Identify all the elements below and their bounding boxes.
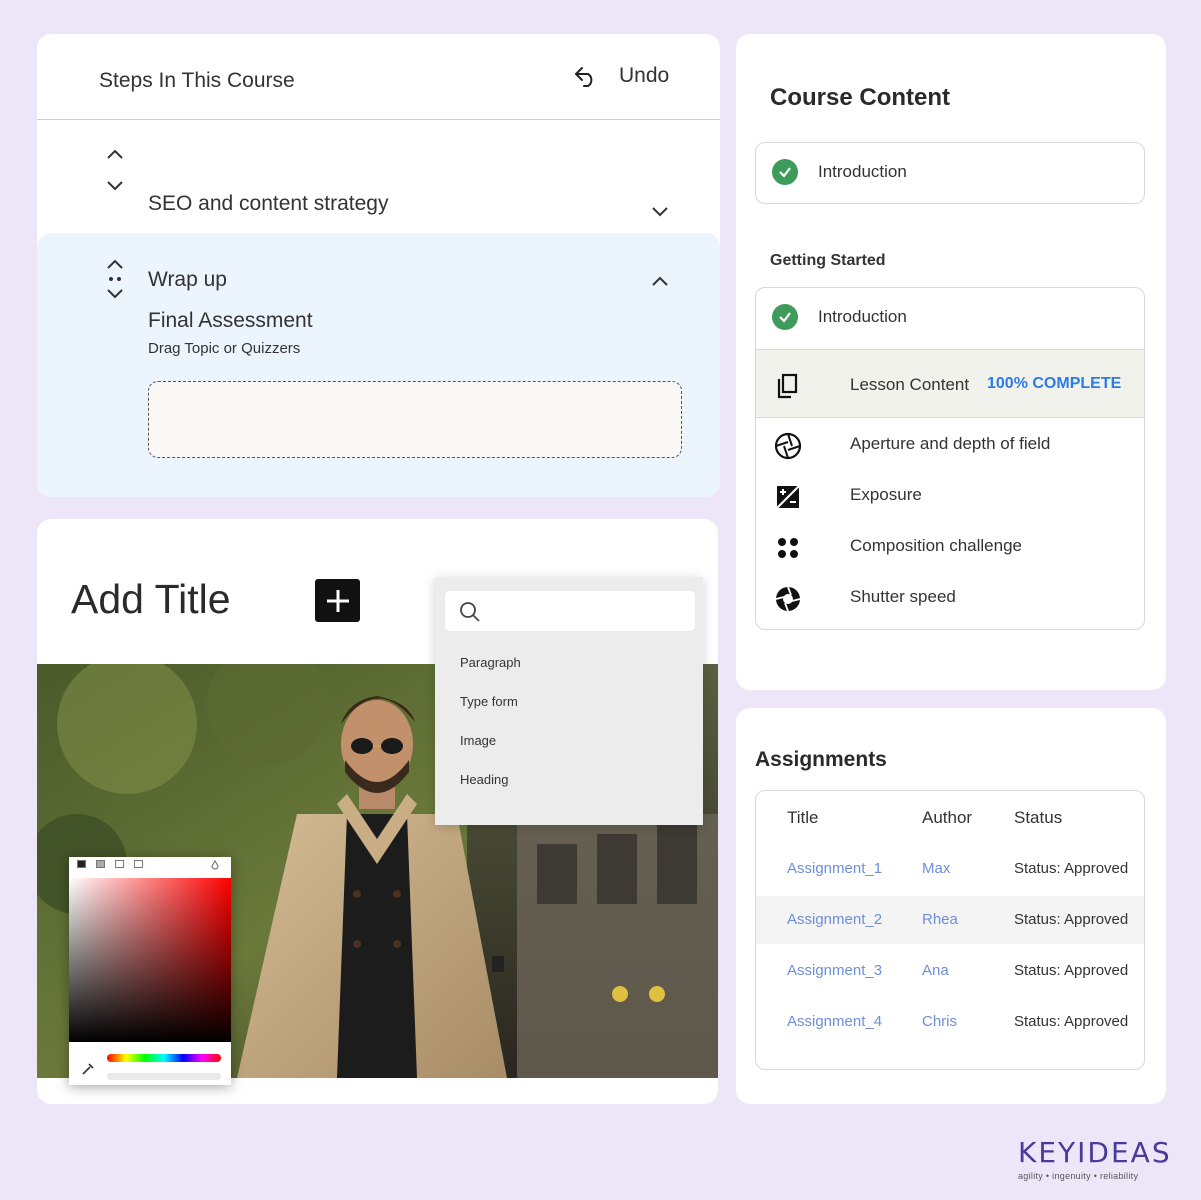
menu-item-image[interactable]: Image [460, 733, 496, 748]
introduction-label: Introduction [818, 162, 907, 181]
undo-icon [575, 67, 593, 87]
shutter-icon [774, 585, 802, 613]
lesson-content-label: Lesson Content [850, 375, 970, 394]
lesson-item-composition[interactable]: Composition challenge [756, 522, 1144, 572]
menu-item-paragraph[interactable]: Paragraph [460, 655, 521, 670]
undo-button[interactable]: Undo [573, 64, 669, 88]
assignment-author-link[interactable]: Ana [922, 962, 949, 979]
column-header-title[interactable]: Title [787, 808, 819, 828]
table-row[interactable]: Assignment_2 Rhea Status: Approved [756, 896, 1144, 944]
assignments-title: Assignments [755, 748, 887, 771]
getting-started-title: Getting Started [770, 252, 886, 269]
step-item-wrap-up[interactable]: Wrap up Final Assessment Drag Topic or Q… [37, 233, 720, 497]
menu-search-input[interactable] [487, 599, 682, 623]
solid-mode-tab[interactable] [77, 860, 86, 868]
collapse-chevron-icon[interactable] [647, 273, 673, 289]
assignment-author-link[interactable]: Rhea [922, 911, 958, 928]
step-name: SEO and content strategy [148, 192, 389, 215]
move-up-icon[interactable] [105, 258, 125, 272]
gradient-mode-tab[interactable] [96, 860, 105, 868]
table-row[interactable]: Assignment_3 Ana Status: Approved [756, 947, 1144, 995]
table-row[interactable]: Assignment_1 Max Status: Approved [756, 845, 1144, 893]
steps-header: Steps In This Course Undo [37, 34, 720, 120]
lesson-progress-label: 100% COMPLETE [987, 375, 1122, 392]
eyedropper-icon[interactable] [81, 1062, 95, 1076]
hue-slider[interactable] [107, 1054, 221, 1062]
drop-zone[interactable] [148, 381, 682, 458]
lesson-item-aperture[interactable]: Aperture and depth of field [756, 420, 1144, 470]
add-block-button[interactable] [315, 579, 360, 622]
lesson-item-shutter[interactable]: Shutter speed [756, 573, 1144, 623]
check-circle-icon [772, 159, 798, 185]
editor-card: Add Title Paragraph Type form Image Head… [37, 519, 718, 1104]
lesson-label: Shutter speed [850, 587, 956, 606]
assignment-title-link[interactable]: Assignment_2 [787, 911, 882, 928]
menu-search-box[interactable] [445, 591, 695, 631]
aperture-icon [774, 432, 802, 460]
assignment-status: Status: Approved [1014, 962, 1129, 979]
color-picker [69, 857, 231, 1085]
final-assessment-title: Final Assessment [148, 309, 313, 332]
dots-grid-icon [774, 534, 802, 562]
section-introduction-item[interactable]: Introduction [756, 288, 1144, 350]
menu-item-type-form[interactable]: Type form [460, 694, 518, 709]
lesson-label: Aperture and depth of field [850, 434, 1051, 453]
move-down-icon[interactable] [105, 178, 125, 192]
column-header-author[interactable]: Author [922, 808, 972, 828]
steps-title: Steps In This Course [99, 69, 295, 92]
exposure-icon [774, 483, 802, 511]
column-header-status[interactable]: Status [1014, 808, 1062, 828]
assignment-status: Status: Approved [1014, 860, 1129, 877]
introduction-label: Introduction [818, 307, 907, 326]
getting-started-section: Introduction Lesson Content 100% COMPLET… [755, 287, 1145, 630]
alpha-slider[interactable] [107, 1073, 221, 1080]
opacity-icon[interactable] [210, 860, 220, 870]
assignments-table: Title Author Status Assignment_1 Max Sta… [755, 790, 1145, 1070]
copy-icon [777, 373, 798, 399]
assignment-title-link[interactable]: Assignment_4 [787, 1013, 882, 1030]
add-title-heading[interactable]: Add Title [71, 576, 231, 623]
lesson-label: Exposure [850, 485, 922, 504]
course-content-title: Course Content [770, 84, 950, 111]
brand-logo: KEYIDEAS agility • ingenuity • reliabili… [1018, 1136, 1172, 1181]
table-row[interactable]: Assignment_4 Chris Status: Approved [756, 998, 1144, 1046]
block-type-menu: Paragraph Type form Image Heading [435, 577, 703, 825]
expand-chevron-icon[interactable] [647, 204, 673, 220]
lesson-label: Composition challenge [850, 536, 1022, 555]
reorder-controls [105, 148, 125, 192]
assignment-title-link[interactable]: Assignment_1 [787, 860, 882, 877]
color-mode-tabs [77, 860, 143, 868]
course-content-card: Course Content Introduction Getting Star… [736, 34, 1166, 690]
image-mode-tab[interactable] [115, 860, 124, 868]
brand-tagline: agility • ingenuity • reliability [1018, 1171, 1139, 1181]
lesson-content-row[interactable]: Lesson Content 100% COMPLETE [756, 350, 1144, 418]
assignment-author-link[interactable]: Max [922, 860, 950, 877]
assignment-status: Status: Approved [1014, 911, 1129, 928]
step-name: Wrap up [148, 268, 227, 291]
undo-label: Undo [619, 64, 670, 87]
steps-card: Steps In This Course Undo SEO and conten… [37, 34, 720, 497]
drag-hint: Drag Topic or Quizzers [148, 340, 301, 357]
lesson-item-exposure[interactable]: Exposure [756, 471, 1144, 521]
assignments-card: Assignments Title Author Status Assignme… [736, 708, 1166, 1104]
menu-item-heading[interactable]: Heading [460, 772, 508, 787]
move-up-icon[interactable] [105, 148, 125, 162]
assignment-author-link[interactable]: Chris [922, 1013, 957, 1030]
check-circle-icon [772, 304, 798, 330]
brand-wordmark: KEYIDEAS [1018, 1136, 1172, 1169]
reorder-controls [105, 258, 125, 300]
introduction-item[interactable]: Introduction [755, 142, 1145, 204]
assignment-title-link[interactable]: Assignment_3 [787, 962, 882, 979]
video-mode-tab[interactable] [134, 860, 143, 868]
saturation-field[interactable] [69, 878, 231, 1042]
step-item-seo[interactable]: SEO and content strategy [37, 121, 720, 233]
move-down-icon[interactable] [105, 286, 125, 300]
search-icon [460, 602, 480, 622]
assignment-status: Status: Approved [1014, 1013, 1129, 1030]
drag-handle-icon[interactable] [105, 272, 125, 286]
plus-icon [326, 589, 349, 612]
